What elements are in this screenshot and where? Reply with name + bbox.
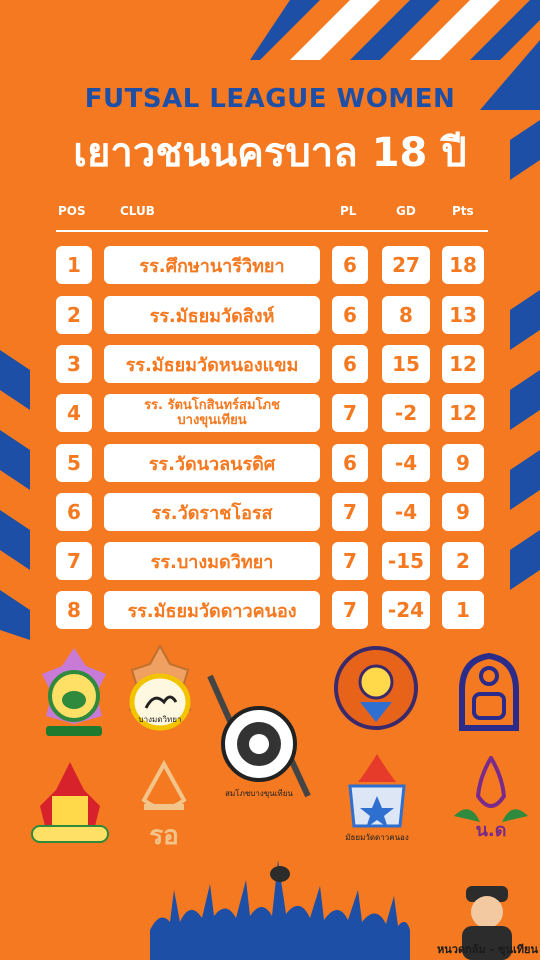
school-logo-rattanakosin: สมโภชบางขุนเทียน [207,674,311,798]
school-logo-suksanari [42,648,106,736]
row-pos: 7 [56,542,92,580]
row-gd: 15 [382,345,430,383]
table-row: 4 รร. รัตนโกสินทร์สมโภช บางขุนเทียน 7 -2… [0,394,540,432]
row-pts: 2 [442,542,484,580]
row-pl: 7 [332,394,368,432]
table-row: 6 รร.วัดราชโอรส 7 -4 9 [0,493,540,531]
row-gd: -24 [382,591,430,629]
row-pts: 1 [442,591,484,629]
row-pts: 12 [442,394,484,432]
school-logo-ro: รอ [141,760,187,850]
table-header: POS CLUB PL GD Pts [0,204,540,224]
row-club: รร.ศึกษานารีวิทยา [104,246,320,284]
row-club: รร.วัดราชโอรส [104,493,320,531]
school-logo-wat-nong-khaem [334,646,418,730]
school-logo-wat-ratchaorot [459,652,519,731]
table-row: 7 รร.บางมดวิทยา 7 -15 2 [0,542,540,580]
row-pts: 18 [442,246,484,284]
row-pos: 2 [56,296,92,334]
row-club: รร.บางมดวิทยา [104,542,320,580]
row-club-line1: รร. รัตนโกสินทร์สมโภช [144,398,280,413]
row-pl: 6 [332,444,368,482]
row-club: รร.มัธยมวัดสิงห์ [104,296,320,334]
row-gd: -15 [382,542,430,580]
row-gd: -4 [382,493,430,531]
row-pl: 6 [332,296,368,334]
row-club: รร.วัดนวลนรดิศ [104,444,320,482]
row-pos: 3 [56,345,92,383]
row-pos: 4 [56,394,92,432]
row-pos: 5 [56,444,92,482]
header-pos: POS [58,204,86,218]
header-divider [56,230,488,232]
row-gd: 8 [382,296,430,334]
rattanakosin-caption: สมโภชบางขุนเทียน [225,788,293,798]
table-row: 3 รร.มัธยมวัดหนองแขม 6 15 12 [0,345,540,383]
crowd-silhouette [150,860,410,960]
title-english: FUTSAL LEAGUE WOMEN [84,84,456,114]
row-gd: 27 [382,246,430,284]
table-row: 5 รร.วัดนวลนรดิศ 6 -4 9 [0,444,540,482]
row-pl: 6 [332,246,368,284]
table-row: 2 รร.มัธยมวัดสิงห์ 6 8 13 [0,296,540,334]
table-row: 8 รร.มัธยมวัดดาวคนอง 7 -24 1 [0,591,540,629]
bangmod-caption: บางมดวิทยา [139,715,182,724]
header-club: CLUB [120,204,155,218]
row-pts: 9 [442,444,484,482]
row-pts: 13 [442,296,484,334]
row-pts: 9 [442,493,484,531]
title-thai: เยาวชนนครบาล 18 ปี [73,130,467,176]
ro-caption: รอ [149,821,179,850]
header-pts: Pts [452,204,474,218]
row-pl: 7 [332,493,368,531]
school-logo-wat-singh [31,762,109,843]
row-pl: 7 [332,591,368,629]
header-pl: PL [340,204,357,218]
table-row: 1 รร.ศึกษานารีวิทยา 6 27 18 [0,246,540,284]
row-pl: 6 [332,345,368,383]
row-pos: 8 [56,591,92,629]
school-logo-wat-dao-khanong: มัธยมวัดดาวคนอง [345,754,409,842]
row-pts: 12 [442,345,484,383]
row-gd: -2 [382,394,430,432]
row-gd: -4 [382,444,430,482]
daokanong-caption: มัธยมวัดดาวคนอง [345,833,409,842]
row-club-line2: บางขุนเทียน [177,413,247,428]
nd-caption: น.ด [476,820,507,840]
row-club: รร.มัธยมวัดดาวคนอง [104,591,320,629]
school-logo-bangmod: บางมดวิทยา [128,644,192,731]
row-pos: 1 [56,246,92,284]
row-pos: 6 [56,493,92,531]
header-gd: GD [396,204,416,218]
row-club: รร. รัตนโกสินทร์สมโภช บางขุนเทียน [104,394,320,432]
row-club: รร.มัธยมวัดหนองแขม [104,345,320,383]
row-pl: 7 [332,542,368,580]
school-logo-nd: น.ด [454,756,528,840]
credit-text: หนวดกล้ม - ขุนเทียน [437,943,538,956]
